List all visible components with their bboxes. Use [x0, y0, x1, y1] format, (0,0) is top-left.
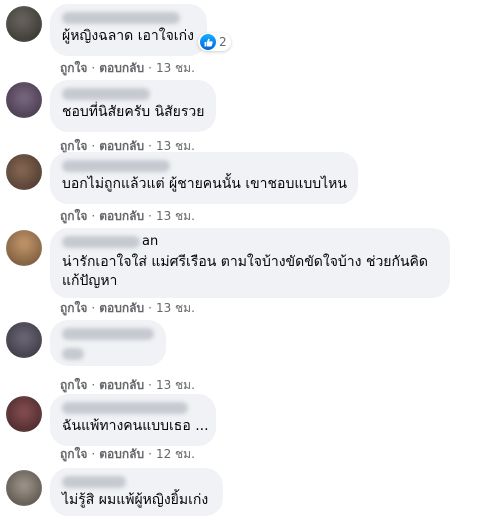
comment-actions: ถูกใจ · ตอบกลับ · 12 ชม.: [60, 447, 195, 461]
commenter-name[interactable]: [62, 12, 180, 24]
comment-text-hidden: [62, 348, 84, 360]
comment-actions: ถูกใจ · ตอบกลับ · 13 ชม.: [60, 61, 195, 75]
commenter-name[interactable]: [62, 88, 150, 100]
like-link[interactable]: ถูกใจ: [60, 301, 87, 315]
like-link[interactable]: ถูกใจ: [60, 378, 87, 392]
commenter-name[interactable]: [62, 328, 154, 340]
reply-link[interactable]: ตอบกลับ: [99, 301, 144, 315]
commenter-name[interactable]: [62, 236, 140, 248]
reply-link[interactable]: ตอบกลับ: [99, 61, 144, 75]
comment-actions: ถูกใจ · ตอบกลับ · 13 ชม.: [60, 378, 195, 392]
reaction-count[interactable]: 2: [198, 33, 231, 51]
commenter-name-suffix: an: [142, 234, 159, 249]
commenter-name[interactable]: [62, 160, 170, 172]
comment-bubble: ฉันแพ้ทางคนแบบเธอ ...: [50, 394, 216, 446]
comment-bubble: ชอบที่นิสัยครับ นิสัยรวย: [50, 80, 216, 132]
timestamp[interactable]: 13 ชม.: [156, 378, 195, 392]
reply-link[interactable]: ตอบกลับ: [99, 447, 144, 461]
comment-actions: ถูกใจ · ตอบกลับ · 13 ชม.: [60, 209, 195, 223]
avatar[interactable]: [6, 322, 42, 358]
like-link[interactable]: ถูกใจ: [60, 61, 87, 75]
avatar[interactable]: [6, 82, 42, 118]
comment-text: ไม่รู้สิ ผมแพ้ผู้หญิงยิ้มเก่ง: [62, 492, 209, 508]
avatar[interactable]: [6, 230, 42, 266]
avatar[interactable]: [6, 470, 42, 506]
avatar[interactable]: [6, 6, 42, 42]
like-icon: [200, 34, 216, 50]
like-link[interactable]: ถูกใจ: [60, 209, 87, 223]
avatar[interactable]: [6, 154, 42, 190]
like-link[interactable]: ถูกใจ: [60, 447, 87, 461]
comment-bubble: ผู้หญิงฉลาด เอาใจเก่ง: [50, 4, 207, 56]
comment-text: บอกไม่ถูกแล้วแต่ ผู้ชายคนนั้น เขาชอบแบบไ…: [62, 176, 347, 192]
comment-text: น่ารักเอาใจใส่ แม่ศรีเรือน ตามใจบ้างขัดข…: [62, 254, 429, 289]
comment-bubble: ไม่รู้สิ ผมแพ้ผู้หญิงยิ้มเก่ง: [50, 468, 223, 516]
comment-text: ฉันแพ้ทางคนแบบเธอ ...: [62, 418, 209, 434]
reply-link[interactable]: ตอบกลับ: [99, 139, 144, 153]
comment-text: ผู้หญิงฉลาด เอาใจเก่ง: [62, 28, 194, 44]
reaction-count-value: 2: [219, 35, 227, 49]
avatar[interactable]: [6, 396, 42, 432]
timestamp[interactable]: 13 ชม.: [156, 139, 195, 153]
timestamp[interactable]: 13 ชม.: [156, 301, 195, 315]
comment-bubble: [50, 320, 166, 366]
timestamp[interactable]: 12 ชม.: [156, 447, 195, 461]
comment-text: ชอบที่นิสัยครับ นิสัยรวย: [62, 104, 205, 120]
like-link[interactable]: ถูกใจ: [60, 139, 87, 153]
reply-link[interactable]: ตอบกลับ: [99, 378, 144, 392]
timestamp[interactable]: 13 ชม.: [156, 61, 195, 75]
commenter-name[interactable]: [62, 476, 126, 488]
comment-actions: ถูกใจ · ตอบกลับ · 13 ชม.: [60, 301, 195, 315]
timestamp[interactable]: 13 ชม.: [156, 209, 195, 223]
comment-bubble: an น่ารักเอาใจใส่ แม่ศรีเรือน ตามใจบ้างข…: [50, 228, 450, 298]
reply-link[interactable]: ตอบกลับ: [99, 209, 144, 223]
comment-bubble: บอกไม่ถูกแล้วแต่ ผู้ชายคนนั้น เขาชอบแบบไ…: [50, 152, 358, 204]
commenter-name[interactable]: [62, 402, 188, 414]
